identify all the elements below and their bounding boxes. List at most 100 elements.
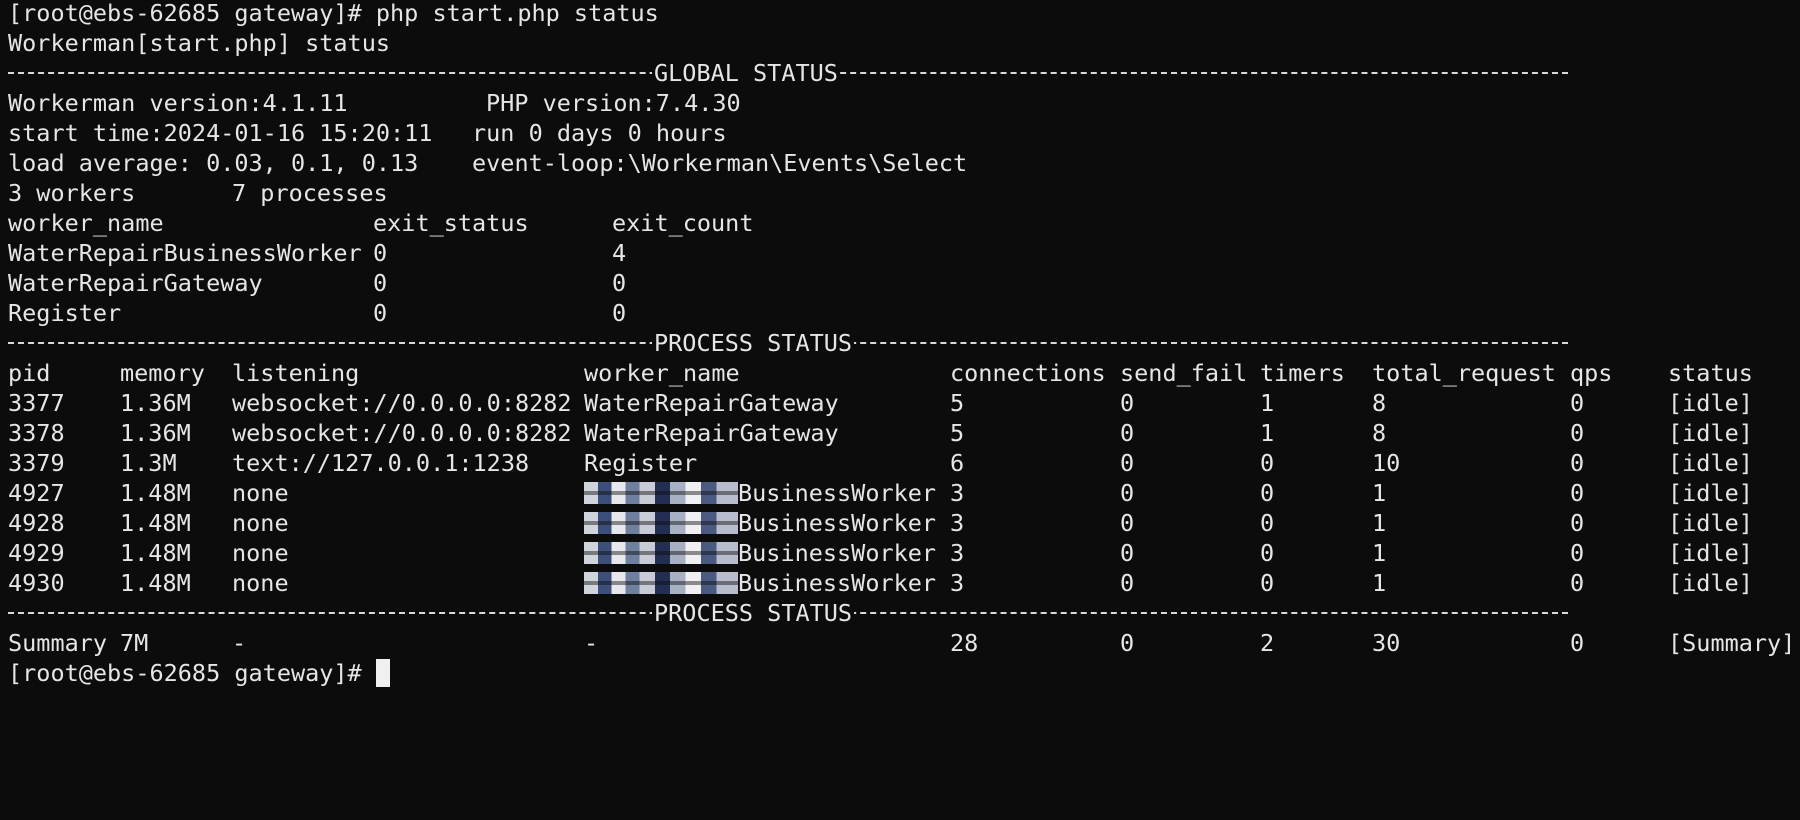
summary-status: [Summary] (1668, 629, 1796, 657)
summary-connections: 28 (950, 629, 979, 657)
memory: 1.48M (120, 539, 191, 567)
process-table-header: pid memory listening worker_name connect… (0, 356, 1800, 390)
summary-worker-name: - (584, 629, 599, 657)
global-status-title: GLOBAL STATUS (652, 56, 840, 90)
exit-status: 0 (373, 239, 388, 267)
pid: 3378 (8, 419, 65, 447)
send-fail: 0 (1120, 389, 1135, 417)
pid: 4929 (8, 539, 65, 567)
listening: websocket://0.0.0.0:8282 (232, 419, 572, 447)
process-status-divider: PROCESS STATUS (0, 326, 1800, 360)
terminal-window[interactable]: [root@ebs-62685 gateway]# php start.php … (0, 0, 1800, 820)
total-request: 1 (1372, 539, 1387, 567)
qps: 0 (1570, 569, 1585, 597)
qps: 0 (1570, 539, 1585, 567)
worker-name: Register (8, 299, 122, 327)
status: [idle] (1668, 479, 1753, 507)
table-row: 3378 1.36M websocket://0.0.0.0:8282 Wate… (0, 416, 1800, 450)
summary-timers: 2 (1260, 629, 1275, 657)
listening: none (232, 509, 289, 537)
summary-row: Summary 7M - - 28 0 2 30 0 [Summary] (0, 626, 1800, 660)
final-prompt-line[interactable]: [root@ebs-62685 gateway]# (0, 656, 1800, 690)
exit-count: 0 (612, 299, 627, 327)
total-request: 8 (1372, 419, 1387, 447)
table-row: WaterRepairBusinessWorker 0 4 (0, 236, 1800, 270)
memory: 1.48M (120, 569, 191, 597)
global-status-divider: GLOBAL STATUS (0, 56, 1800, 90)
timers: 0 (1260, 479, 1275, 507)
exit-status: 0 (373, 269, 388, 297)
summary-total-request: 30 (1372, 629, 1401, 657)
total-request: 1 (1372, 569, 1387, 597)
pid: 3379 (8, 449, 65, 477)
pid: 4930 (8, 569, 65, 597)
pixelated-redaction (584, 482, 738, 504)
status: [idle] (1668, 539, 1753, 567)
col-worker-name: worker_name (584, 359, 740, 387)
connections: 3 (950, 539, 965, 567)
connections: 5 (950, 419, 965, 447)
qps: 0 (1570, 479, 1585, 507)
table-row: 4928 1.48M none BusinessWorker 3 0 0 1 0… (0, 506, 1800, 540)
memory: 1.48M (120, 479, 191, 507)
table-row: 4929 1.48M none BusinessWorker 3 0 0 1 0… (0, 536, 1800, 570)
worker-name: BusinessWorker (584, 476, 936, 510)
exit-status: 0 (373, 299, 388, 327)
worker-name: BusinessWorker (584, 566, 936, 600)
status: [idle] (1668, 569, 1753, 597)
total-request: 10 (1372, 449, 1401, 477)
pixelated-redaction (584, 542, 738, 564)
status: [idle] (1668, 509, 1753, 537)
table-row: Register 0 0 (0, 296, 1800, 330)
connections: 6 (950, 449, 965, 477)
status: [idle] (1668, 449, 1753, 477)
col-exit-status: exit_status (373, 209, 529, 237)
send-fail: 0 (1120, 449, 1135, 477)
status-subtitle: Workerman[start.php] status (8, 29, 391, 57)
processes-count: 7 processes (232, 179, 388, 207)
connections: 3 (950, 479, 965, 507)
event-loop: event-loop:\Workerman\Events\Select (472, 149, 968, 177)
workers-count: 3 workers (8, 179, 136, 207)
timers: 0 (1260, 449, 1275, 477)
send-fail: 0 (1120, 419, 1135, 447)
summary-send-fail: 0 (1120, 629, 1135, 657)
col-send-fail: send_fail (1120, 359, 1248, 387)
connections: 3 (950, 509, 965, 537)
qps: 0 (1570, 449, 1585, 477)
memory: 1.36M (120, 389, 191, 417)
exit-count: 4 (612, 239, 627, 267)
command-text: php start.php status (375, 0, 659, 27)
status: [idle] (1668, 419, 1753, 447)
total-request: 1 (1372, 479, 1387, 507)
listening: none (232, 569, 289, 597)
status: [idle] (1668, 389, 1753, 417)
pid: 4927 (8, 479, 65, 507)
listening: none (232, 539, 289, 567)
qps: 0 (1570, 419, 1585, 447)
col-total-request: total_request (1372, 359, 1556, 387)
table-row: 4930 1.48M none BusinessWorker 3 0 0 1 0… (0, 566, 1800, 600)
connections: 5 (950, 389, 965, 417)
worker-name: WaterRepairGateway (8, 269, 263, 297)
worker-name: WaterRepairBusinessWorker (8, 239, 362, 267)
worker-table-header: worker_name exit_status exit_count (0, 206, 1800, 240)
send-fail: 0 (1120, 479, 1135, 507)
listening: none (232, 479, 289, 507)
workers-line: 3 workers 7 processes (0, 176, 1800, 210)
text-cursor[interactable] (375, 659, 390, 687)
table-row: 3377 1.36M websocket://0.0.0.0:8282 Wate… (0, 386, 1800, 420)
col-exit-count: exit_count (612, 209, 754, 237)
col-pid: pid (8, 359, 51, 387)
table-row: 3379 1.3M text://127.0.0.1:1238 Register… (0, 446, 1800, 480)
col-memory: memory (120, 359, 205, 387)
table-row: 4927 1.48M none BusinessWorker 3 0 0 1 0… (0, 476, 1800, 510)
timers: 0 (1260, 539, 1275, 567)
php-version: PHP version:7.4.30 (486, 89, 741, 117)
send-fail: 0 (1120, 509, 1135, 537)
col-timers: timers (1260, 359, 1345, 387)
load-line: load average: 0.03, 0.1, 0.13 event-loop… (0, 146, 1800, 180)
process-status-title: PROCESS STATUS (652, 326, 855, 360)
status-subtitle-line: Workerman[start.php] status (0, 26, 1800, 60)
process-status-title: PROCESS STATUS (652, 596, 855, 630)
